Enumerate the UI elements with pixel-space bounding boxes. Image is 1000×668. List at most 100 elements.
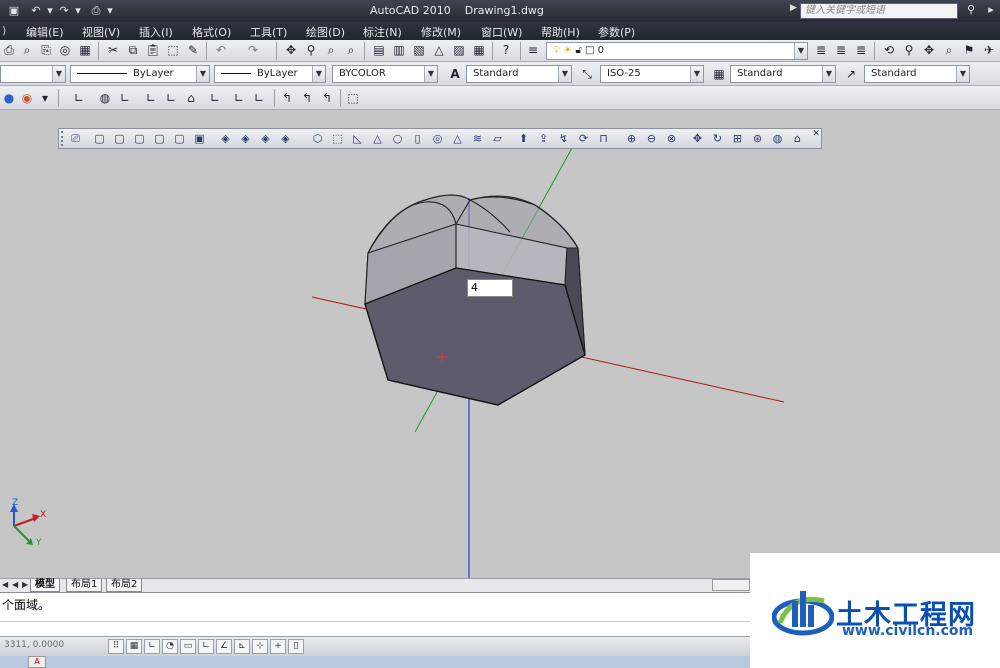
menu-item-insert[interactable]: 插入(I) xyxy=(139,24,173,40)
plot-icon[interactable]: ⎙ xyxy=(0,41,18,59)
extrude-icon[interactable]: ⬆ xyxy=(515,130,532,147)
nw-iso-icon[interactable]: ◈ xyxy=(277,130,294,147)
color-dropdown[interactable]: ▼ xyxy=(0,65,66,83)
linetype-dropdown[interactable]: ByLayer ▼ xyxy=(70,65,210,83)
sw-iso-icon[interactable]: ◈ xyxy=(217,130,234,147)
ucs-icon[interactable]: ∟ xyxy=(70,89,88,107)
infocenter-search-input[interactable]: 键入关键字或短语 xyxy=(800,3,958,19)
quick-access-dropdown-icon[interactable]: ▾ xyxy=(102,3,118,19)
subtract-icon[interactable]: ⊖ xyxy=(643,130,660,147)
table-style-dropdown[interactable]: Standard ▼ xyxy=(730,65,836,83)
3dosnap-toggle-icon[interactable]: ∟ xyxy=(198,639,214,654)
ucs-view-icon[interactable]: ⌂ xyxy=(182,89,200,107)
snap-toggle-icon[interactable]: ⠿ xyxy=(108,639,124,654)
planar-surface-icon[interactable]: ▱ xyxy=(489,130,506,147)
render-sphere-icon[interactable]: ● xyxy=(0,89,18,107)
tab-model[interactable]: 模型 xyxy=(30,579,60,592)
dynamic-input-field[interactable]: 4 xyxy=(467,279,513,297)
menu-item-parametric[interactable]: 参数(P) xyxy=(598,24,635,40)
plot-preview-icon[interactable]: ⌕ xyxy=(18,41,36,59)
render-dropdown-icon[interactable]: ▾ xyxy=(36,89,54,107)
revolve-icon[interactable]: ⟳ xyxy=(575,130,592,147)
command-input[interactable] xyxy=(0,621,750,637)
orbit-icon[interactable]: ⟲ xyxy=(880,41,898,59)
paste-icon[interactable]: 📋︎ xyxy=(144,41,162,59)
make-current-layer-icon[interactable]: ≣ xyxy=(812,41,830,59)
multileader-style-icon[interactable]: ↗ xyxy=(842,65,860,83)
loft-icon[interactable]: ⊓ xyxy=(595,130,612,147)
menu-item-edit[interactable]: 编辑(E) xyxy=(26,24,64,40)
binoculars-icon[interactable]: ⚲ xyxy=(964,3,978,17)
3d-dwf-icon[interactable]: ◎ xyxy=(56,41,74,59)
helix-icon[interactable]: ≋ xyxy=(469,130,486,147)
pyramid-icon[interactable]: △ xyxy=(449,130,466,147)
menu-item-dimension[interactable]: 标注(N) xyxy=(363,24,402,40)
zoom-window-icon[interactable]: ⌕ xyxy=(322,41,340,59)
view-bottom-icon[interactable]: ▢ xyxy=(111,130,128,147)
layer-states-icon[interactable]: ≣ xyxy=(852,41,870,59)
dim-style-icon[interactable]: ⤡ xyxy=(578,65,596,83)
wedge-icon[interactable]: ◺ xyxy=(349,130,366,147)
design-center-icon[interactable]: ▥ xyxy=(390,41,408,59)
tab-layout2[interactable]: 布局2 xyxy=(106,579,143,592)
sphere-icon[interactable]: ○ xyxy=(389,130,406,147)
help-expand-icon[interactable]: ▸ xyxy=(984,3,998,17)
lwt-toggle-icon[interactable]: + xyxy=(270,639,286,654)
match-properties-icon[interactable]: ⬚ xyxy=(164,41,182,59)
menu-item-partial[interactable]: ) xyxy=(2,24,6,37)
menu-item-format[interactable]: 格式(O) xyxy=(192,24,231,40)
copy-icon[interactable]: ⧉ xyxy=(124,41,142,59)
view-back-icon[interactable]: ▣ xyxy=(191,130,208,147)
box-icon[interactable]: ⬚ xyxy=(329,130,346,147)
tab-first-icon[interactable]: ◀ xyxy=(2,580,8,589)
zoom-realtime-icon[interactable]: ⚲ xyxy=(302,41,320,59)
markup-icon[interactable]: ▨ xyxy=(450,41,468,59)
ucs-world-icon[interactable]: ◍ xyxy=(96,89,114,107)
calculator-icon[interactable]: ▦ xyxy=(470,41,488,59)
zoom-previous-icon[interactable]: ⌕ xyxy=(342,41,360,59)
view-front-icon[interactable]: ▢ xyxy=(171,130,188,147)
zoom-extents-icon[interactable]: ⌕ xyxy=(940,41,958,59)
zoom-icon[interactable]: ⚲ xyxy=(900,41,918,59)
toolbar-undo-icon[interactable]: ↶ xyxy=(212,41,230,59)
menu-item-view[interactable]: 视图(V) xyxy=(82,24,120,40)
sheet-set-icon[interactable]: ▦ xyxy=(76,41,94,59)
text-style-dropdown[interactable]: Standard ▼ xyxy=(466,65,572,83)
menu-item-window[interactable]: 窗口(W) xyxy=(481,24,522,40)
polysolid-icon[interactable]: ⬡ xyxy=(309,130,326,147)
qp-toggle-icon[interactable]: ▯ xyxy=(288,639,304,654)
brush-icon[interactable]: ✎ xyxy=(184,41,202,59)
autocad-task-icon[interactable]: A xyxy=(28,656,46,668)
close-icon[interactable]: ✕ xyxy=(812,129,820,139)
ne-iso-icon[interactable]: ◈ xyxy=(257,130,274,147)
plotstyle-dropdown[interactable]: BYCOLOR ▼ xyxy=(332,65,438,83)
ucs-origin-icon[interactable]: ∟ xyxy=(206,89,224,107)
ucs-object-icon[interactable]: ∟ xyxy=(162,89,180,107)
search-expand-icon[interactable]: ▶ xyxy=(790,3,797,13)
intersect-icon[interactable]: ⊗ xyxy=(663,130,680,147)
torus-icon[interactable]: ◎ xyxy=(429,130,446,147)
3d-rotate-icon[interactable]: ↻ xyxy=(709,130,726,147)
union-icon[interactable]: ⊕ xyxy=(623,130,640,147)
tab-prev-icon[interactable]: ◀ xyxy=(12,580,18,589)
layer-previous-icon[interactable]: ≣ xyxy=(832,41,850,59)
3d-array-icon[interactable]: ⊛ xyxy=(749,130,766,147)
3d-align-icon[interactable]: ⊞ xyxy=(729,130,746,147)
dyn-toggle-icon[interactable]: ⊹ xyxy=(252,639,268,654)
ucs-face-icon[interactable]: ∟ xyxy=(142,89,160,107)
view-left-icon[interactable]: ▢ xyxy=(131,130,148,147)
cut-icon[interactable]: ✂ xyxy=(104,41,122,59)
pan-3d-icon[interactable]: ✥ xyxy=(920,41,938,59)
dim-style-dropdown[interactable]: ISO-25 ▼ xyxy=(600,65,704,83)
pan-icon[interactable]: ✥ xyxy=(282,41,300,59)
help-icon[interactable]: ? xyxy=(497,41,515,59)
camera-icon[interactable]: ⌂ xyxy=(789,130,806,147)
tab-layout1[interactable]: 布局1 xyxy=(66,579,103,592)
ucs-x-icon[interactable]: ↰ xyxy=(278,89,296,107)
otrack-toggle-icon[interactable]: ∠ xyxy=(216,639,232,654)
view-icon[interactable]: ⎚ xyxy=(67,130,84,147)
table-style-icon[interactable]: ▦ xyxy=(710,65,728,83)
layer-dropdown[interactable]: 💡︎ ☀ 🔓︎ □ 0 ▼ xyxy=(546,42,808,60)
cylinder-icon[interactable]: ▯ xyxy=(409,130,426,147)
sweep-icon[interactable]: ↯ xyxy=(555,130,572,147)
